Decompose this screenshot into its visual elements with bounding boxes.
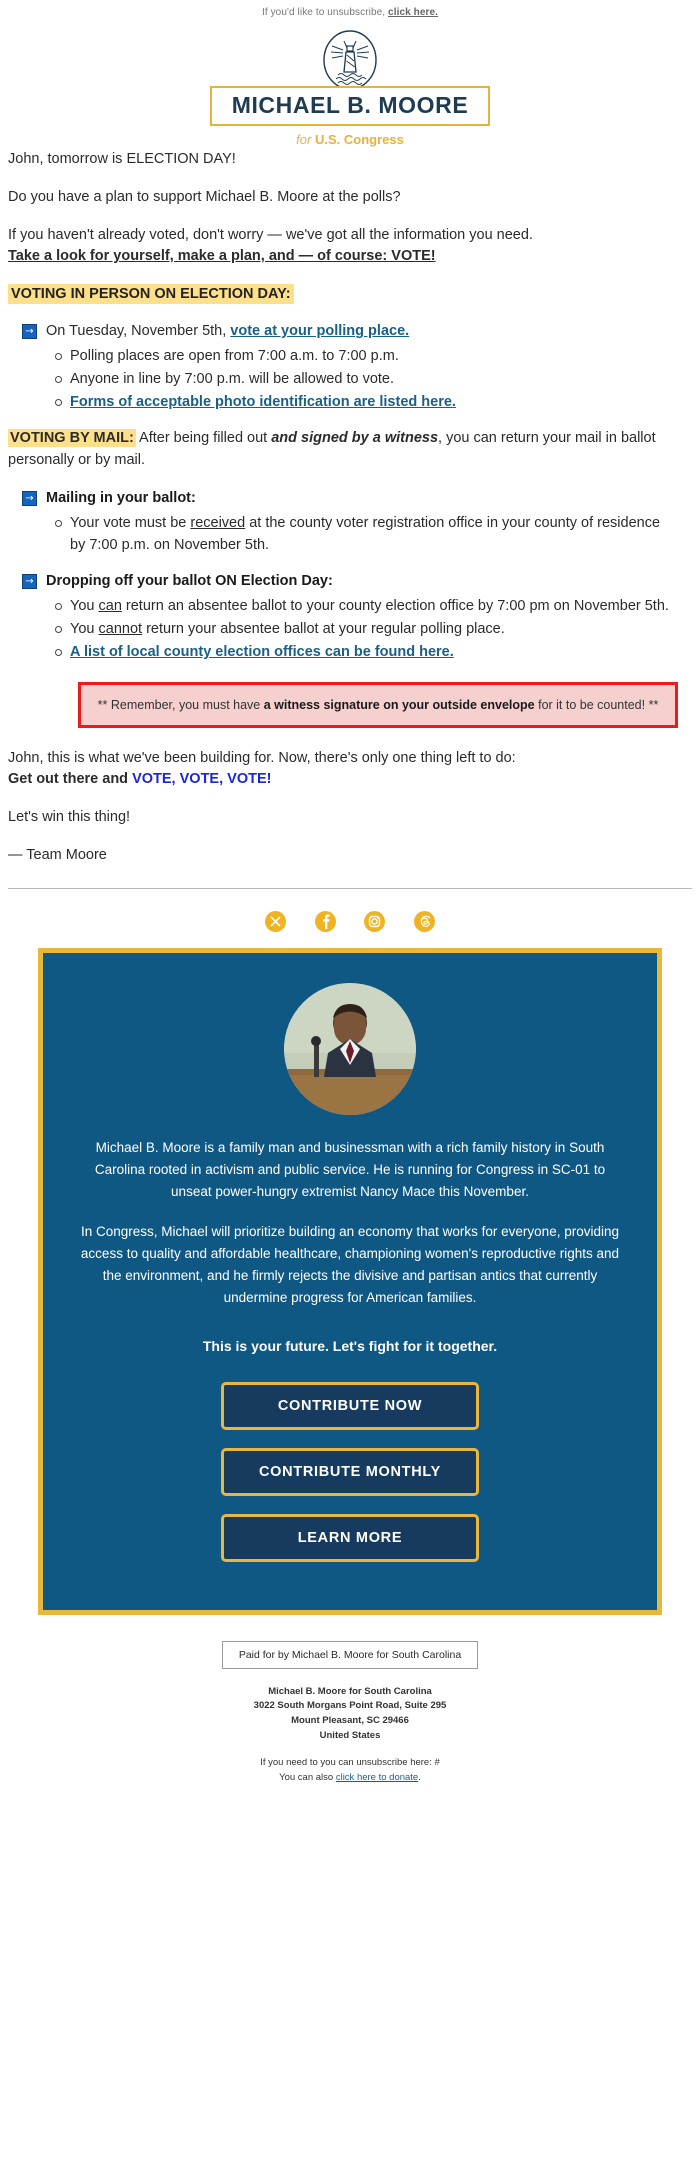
dropoff-sub2-b: return your absentee ballot at your regu… (142, 621, 505, 638)
dropoff-sub1-underline: can (98, 598, 122, 615)
closing-line2-prefix: Get out there and (8, 770, 133, 787)
mailing-heading: Mailing in your ballot: (46, 489, 196, 506)
in-person-block: → On Tuesday, November 5th, vote at your… (8, 321, 692, 413)
heading-voting-in-person-label: VOTING IN PERSON ON ELECTION DAY: (8, 284, 294, 305)
logo-candidate-name: MICHAEL B. MOORE (231, 92, 469, 118)
bio-tagline: This is your future. Let's fight for it … (202, 1337, 498, 1354)
donate-post: . (418, 1772, 421, 1784)
list-item: A list of local county election offices … (55, 642, 678, 664)
dropoff-heading: Dropping off your ballot ON Election Day… (46, 573, 333, 590)
paid-for-disclaimer: Paid for by Michael B. Moore for South C… (221, 1640, 479, 1669)
donate-pre: You can also (279, 1772, 336, 1784)
arrow-right-icon: → (22, 324, 37, 340)
by-mail-text-italic: and signed by a witness (271, 430, 439, 447)
email-body: If you'd like to unsubscribe, click here… (0, 0, 700, 1800)
greeting-line: John, tomorrow is ELECTION DAY! (8, 151, 236, 167)
by-mail-text-a: After being filled out (135, 430, 272, 447)
threads-icon[interactable] (413, 910, 435, 932)
donate-line: You can also click here to donate. (0, 1771, 700, 1786)
social-links (0, 889, 700, 948)
address-line: Michael B. Moore for South Carolina (268, 1685, 432, 1697)
donate-link[interactable]: click here to donate (336, 1772, 418, 1783)
instagram-icon[interactable] (364, 910, 386, 932)
dropoff-item: → Dropping off your ballot ON Election D… (8, 571, 692, 592)
warning-post: for it to be counted! ** (534, 697, 659, 712)
signoff: — Team Moore (8, 846, 107, 863)
photo-id-link[interactable]: Forms of acceptable photo identification… (70, 394, 456, 410)
question-line: Do you have a plan to support Michael B.… (8, 189, 401, 206)
list-item: You cannot return your absentee ballot a… (55, 619, 678, 641)
mailing-address: Michael B. Moore for South Carolina 3022… (0, 1685, 700, 1744)
arrow-right-icon: → (22, 490, 37, 506)
closing-paragraph: John, this is what we've been building f… (8, 748, 692, 790)
warning-bold: a witness signature on your outside enve… (263, 697, 535, 712)
contribute-now-button[interactable]: CONTRIBUTE NOW (221, 1381, 479, 1430)
arrow-right-icon: → (22, 574, 37, 590)
closing-vote-emphasis: VOTE, VOTE, VOTE! (132, 770, 272, 787)
facebook-icon[interactable] (314, 910, 336, 932)
in-person-item: → On Tuesday, November 5th, vote at your… (8, 321, 692, 342)
logo-tagline-italic: for (296, 132, 315, 147)
dropoff-sub1-b: return an absentee ballot to your county… (121, 598, 669, 615)
mailing-sublist: Your vote must be received at the county… (8, 513, 692, 557)
in-person-item-text: On Tuesday, November 5th, vote at your p… (46, 321, 409, 342)
learn-more-button[interactable]: LEARN MORE (221, 1513, 479, 1562)
address-line: United States (319, 1729, 381, 1741)
intro-text: If you haven't already voted, don't worr… (8, 227, 533, 244)
mailing-item: → Mailing in your ballot: (8, 488, 692, 509)
preheader-unsubscribe-link[interactable]: click here. (388, 7, 438, 18)
contribute-monthly-button[interactable]: CONTRIBUTE MONTHLY (221, 1447, 479, 1496)
dropoff-sub1-a: You (70, 598, 99, 615)
intro-paragraph: If you haven't already voted, don't worr… (8, 225, 692, 267)
polling-place-link[interactable]: vote at your polling place. (230, 323, 409, 339)
voting-by-mail-paragraph: VOTING BY MAIL: After being filled out a… (8, 428, 692, 472)
mailing-block: → Mailing in your ballot: Your vote must… (8, 488, 692, 557)
address-line: 3022 South Morgans Point Road, Suite 295 (253, 1700, 447, 1712)
preheader-unsubscribe: If you'd like to unsubscribe, click here… (0, 0, 700, 22)
footer-unsubscribe: If you need to you can unsubscribe here:… (0, 1756, 700, 1785)
witness-signature-warning: ** Remember, you must have a witness sig… (78, 681, 678, 728)
in-person-sublist: Polling places are open from 7:00 a.m. t… (8, 346, 692, 413)
email-footer: Paid for by Michael B. Moore for South C… (0, 1615, 700, 1800)
candidate-portrait (284, 982, 416, 1115)
heading-voting-by-mail: VOTING BY MAIL: (8, 429, 136, 448)
dropoff-block: → Dropping off your ballot ON Election D… (8, 571, 692, 663)
lighthouse-icon (0, 28, 700, 92)
intro-cta-text: Take a look for yourself, make a plan, a… (8, 248, 436, 265)
in-person-lead: On Tuesday, November 5th, (46, 323, 231, 340)
closing-line3: Let's win this thing! (8, 808, 131, 825)
mailing-sub-underline: received (190, 514, 246, 531)
dropoff-sub2-a: You (70, 621, 99, 638)
logo-name-box: MICHAEL B. MOORE (209, 86, 491, 126)
preheader-text: If you'd like to unsubscribe, (261, 7, 389, 18)
address-line: Mount Pleasant, SC 29466 (291, 1714, 409, 1726)
mailing-sub-a: Your vote must be (70, 514, 191, 531)
bio-paragraph-1: Michael B. Moore is a family man and bus… (94, 1139, 606, 1199)
candidate-bio-card: Michael B. Moore is a family man and bus… (38, 947, 662, 1615)
dropoff-sub2-underline: cannot (98, 621, 143, 638)
list-item: Polling places are open from 7:00 a.m. t… (55, 346, 678, 368)
dropoff-sublist: You can return an absentee ballot to you… (8, 596, 692, 663)
logo-tagline-bold: U.S. Congress (314, 132, 404, 147)
list-item: Forms of acceptable photo identification… (55, 392, 678, 414)
brand-logo: MICHAEL B. MOORE for U.S. Congress (0, 22, 700, 149)
list-item: You can return an absentee ballot to you… (55, 596, 678, 618)
list-item: Your vote must be received at the county… (55, 513, 678, 557)
unsubscribe-text: If you need to you can unsubscribe here:… (260, 1757, 440, 1769)
logo-tagline: for U.S. Congress (0, 132, 700, 147)
county-offices-link[interactable]: A list of local county election offices … (70, 644, 454, 660)
list-item: Anyone in line by 7:00 p.m. will be allo… (55, 369, 678, 391)
x-icon[interactable] (265, 910, 287, 932)
bio-paragraph-2: In Congress, Michael will prioritize bui… (80, 1224, 620, 1305)
warning-pre: ** Remember, you must have (97, 697, 264, 712)
heading-voting-in-person: VOTING IN PERSON ON ELECTION DAY: (8, 284, 692, 305)
closing-line1: John, this is what we've been building f… (8, 749, 516, 766)
